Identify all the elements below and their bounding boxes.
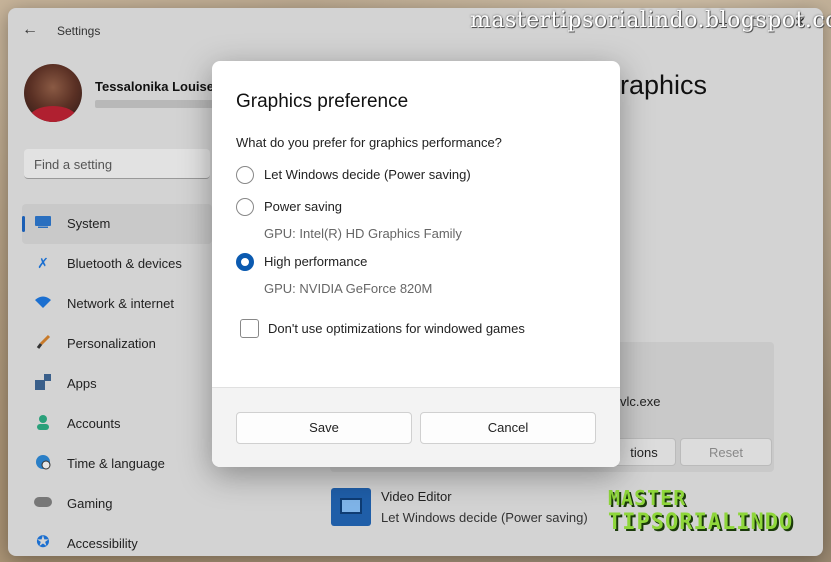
sidebar-nav: System ✗ Bluetooth & devices Network & i… — [22, 204, 212, 556]
monitor-icon — [34, 214, 52, 232]
app-name[interactable]: Video Editor — [381, 489, 452, 504]
gpu-label-high-performance: GPU: NVIDIA GeForce 820M — [264, 281, 433, 296]
apps-icon — [34, 374, 52, 392]
watermark-text: mastertipsorialindo.blogspot.com — [470, 8, 831, 33]
accessibility-icon: ✪ — [36, 534, 50, 551]
person-icon — [34, 414, 52, 432]
gamepad-icon — [34, 494, 52, 512]
radio-button-checked[interactable] — [236, 253, 254, 271]
radio-button[interactable] — [236, 166, 254, 184]
options-button[interactable]: tions — [612, 438, 676, 466]
video-editor-icon — [331, 488, 371, 526]
avatar[interactable] — [24, 64, 82, 122]
windowed-games-checkbox[interactable] — [240, 319, 259, 338]
sidebar-item-system[interactable]: System — [22, 204, 212, 244]
back-arrow-icon[interactable]: ← — [22, 21, 38, 39]
dialog-title: Graphics preference — [236, 91, 409, 112]
wifi-icon — [34, 294, 52, 312]
master-tipsorialindo-logo: MASTER TIPSORIALINDO — [608, 486, 794, 535]
dialog-footer: Save Cancel — [212, 387, 620, 467]
save-button[interactable]: Save — [236, 412, 412, 444]
windowed-games-label: Don't use optimizations for windowed gam… — [268, 321, 525, 336]
bluetooth-icon: ✗ — [37, 255, 49, 271]
window-title: Settings — [57, 24, 101, 38]
graphics-preference-dialog: Graphics preference What do you prefer f… — [212, 61, 620, 467]
cancel-button[interactable]: Cancel — [420, 412, 596, 444]
app-graphics-setting: Let Windows decide (Power saving) — [381, 510, 588, 525]
page-heading: raphics — [620, 70, 708, 100]
globe-clock-icon — [34, 454, 52, 472]
dialog-question: What do you prefer for graphics performa… — [236, 135, 502, 150]
sidebar-item-bluetooth[interactable]: ✗ Bluetooth & devices — [22, 244, 212, 284]
gpu-label-power-saving: GPU: Intel(R) HD Graphics Family — [264, 226, 462, 241]
search-input[interactable]: Find a setting — [24, 149, 210, 179]
sidebar-item-accounts[interactable]: Accounts — [22, 404, 212, 444]
brush-icon — [34, 334, 52, 352]
sidebar-item-accessibility[interactable]: ✪ Accessibility — [22, 524, 212, 556]
user-email-redacted — [95, 100, 215, 108]
sidebar-item-gaming[interactable]: Gaming — [22, 484, 212, 524]
sidebar-item-time-language[interactable]: Time & language — [22, 444, 212, 484]
user-name: Tessalonika Louise — [95, 79, 214, 94]
sidebar-item-network[interactable]: Network & internet — [22, 284, 212, 324]
app-exe-name: vlc.exe — [620, 394, 661, 409]
radio-button[interactable] — [236, 198, 254, 216]
reset-button[interactable]: Reset — [680, 438, 772, 466]
search-placeholder: Find a setting — [34, 157, 113, 172]
sidebar-item-apps[interactable]: Apps — [22, 364, 212, 404]
sidebar-item-personalization[interactable]: Personalization — [22, 324, 212, 364]
